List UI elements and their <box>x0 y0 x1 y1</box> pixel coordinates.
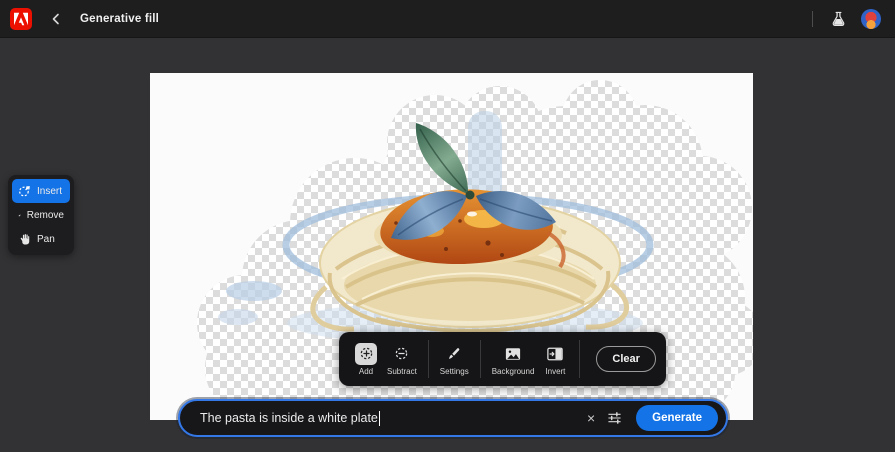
prompt-text: The pasta is inside a white plate <box>200 411 378 425</box>
invert-selection[interactable]: Invert <box>542 343 568 376</box>
tool-remove-label: Remove <box>27 210 64 221</box>
mode-tool-panel: Insert Remove Pan <box>8 175 74 255</box>
brush-settings-icon <box>447 346 462 361</box>
tool-pan[interactable]: Pan <box>12 227 70 251</box>
toolbar-divider <box>480 340 481 378</box>
toolbar-divider <box>579 340 580 378</box>
brush-settings[interactable]: Settings <box>440 343 469 376</box>
select-background-label: Background <box>492 367 535 376</box>
generate-button[interactable]: Generate <box>636 405 718 431</box>
adobe-logo-icon <box>14 12 28 26</box>
back-chevron-icon <box>50 13 62 25</box>
back-button[interactable] <box>44 7 68 31</box>
tool-remove[interactable]: Remove <box>12 203 70 227</box>
page-title: Generative fill <box>80 13 159 25</box>
flask-icon <box>831 11 846 27</box>
toolbar-divider <box>428 340 429 378</box>
sliders-icon <box>607 411 622 425</box>
select-background[interactable]: Background <box>492 343 535 376</box>
text-caret <box>379 411 380 426</box>
selection-subtract[interactable]: Subtract <box>387 343 417 376</box>
selection-toolbar: Add Subtract Settings Bac <box>339 332 666 386</box>
background-icon <box>505 347 521 361</box>
clear-selection-button[interactable]: Clear <box>596 346 656 372</box>
selection-add[interactable]: Add <box>353 343 379 376</box>
selection-add-label: Add <box>359 367 373 376</box>
prompt-settings-button[interactable] <box>601 407 628 429</box>
adobe-logo[interactable] <box>10 8 32 30</box>
remove-icon <box>18 209 21 222</box>
insert-icon <box>18 185 31 198</box>
brush-settings-label: Settings <box>440 367 469 376</box>
subtract-selection-icon <box>394 346 409 361</box>
tool-pan-label: Pan <box>37 234 55 245</box>
clear-prompt-button[interactable]: × <box>581 407 601 429</box>
tool-insert-label: Insert <box>37 186 62 197</box>
user-avatar[interactable] <box>861 9 881 29</box>
header-divider <box>812 11 813 27</box>
prompt-bar: The pasta is inside a white plate × Gene… <box>178 399 728 437</box>
add-selection-icon <box>359 346 374 361</box>
prompt-input[interactable]: The pasta is inside a white plate <box>200 411 581 426</box>
invert-selection-icon <box>547 347 563 361</box>
top-bar: Generative fill <box>0 0 895 38</box>
invert-selection-label: Invert <box>545 367 565 376</box>
tool-insert[interactable]: Insert <box>12 179 70 203</box>
pan-hand-icon <box>18 233 31 246</box>
experiments-button[interactable] <box>825 6 851 32</box>
selection-subtract-label: Subtract <box>387 367 417 376</box>
